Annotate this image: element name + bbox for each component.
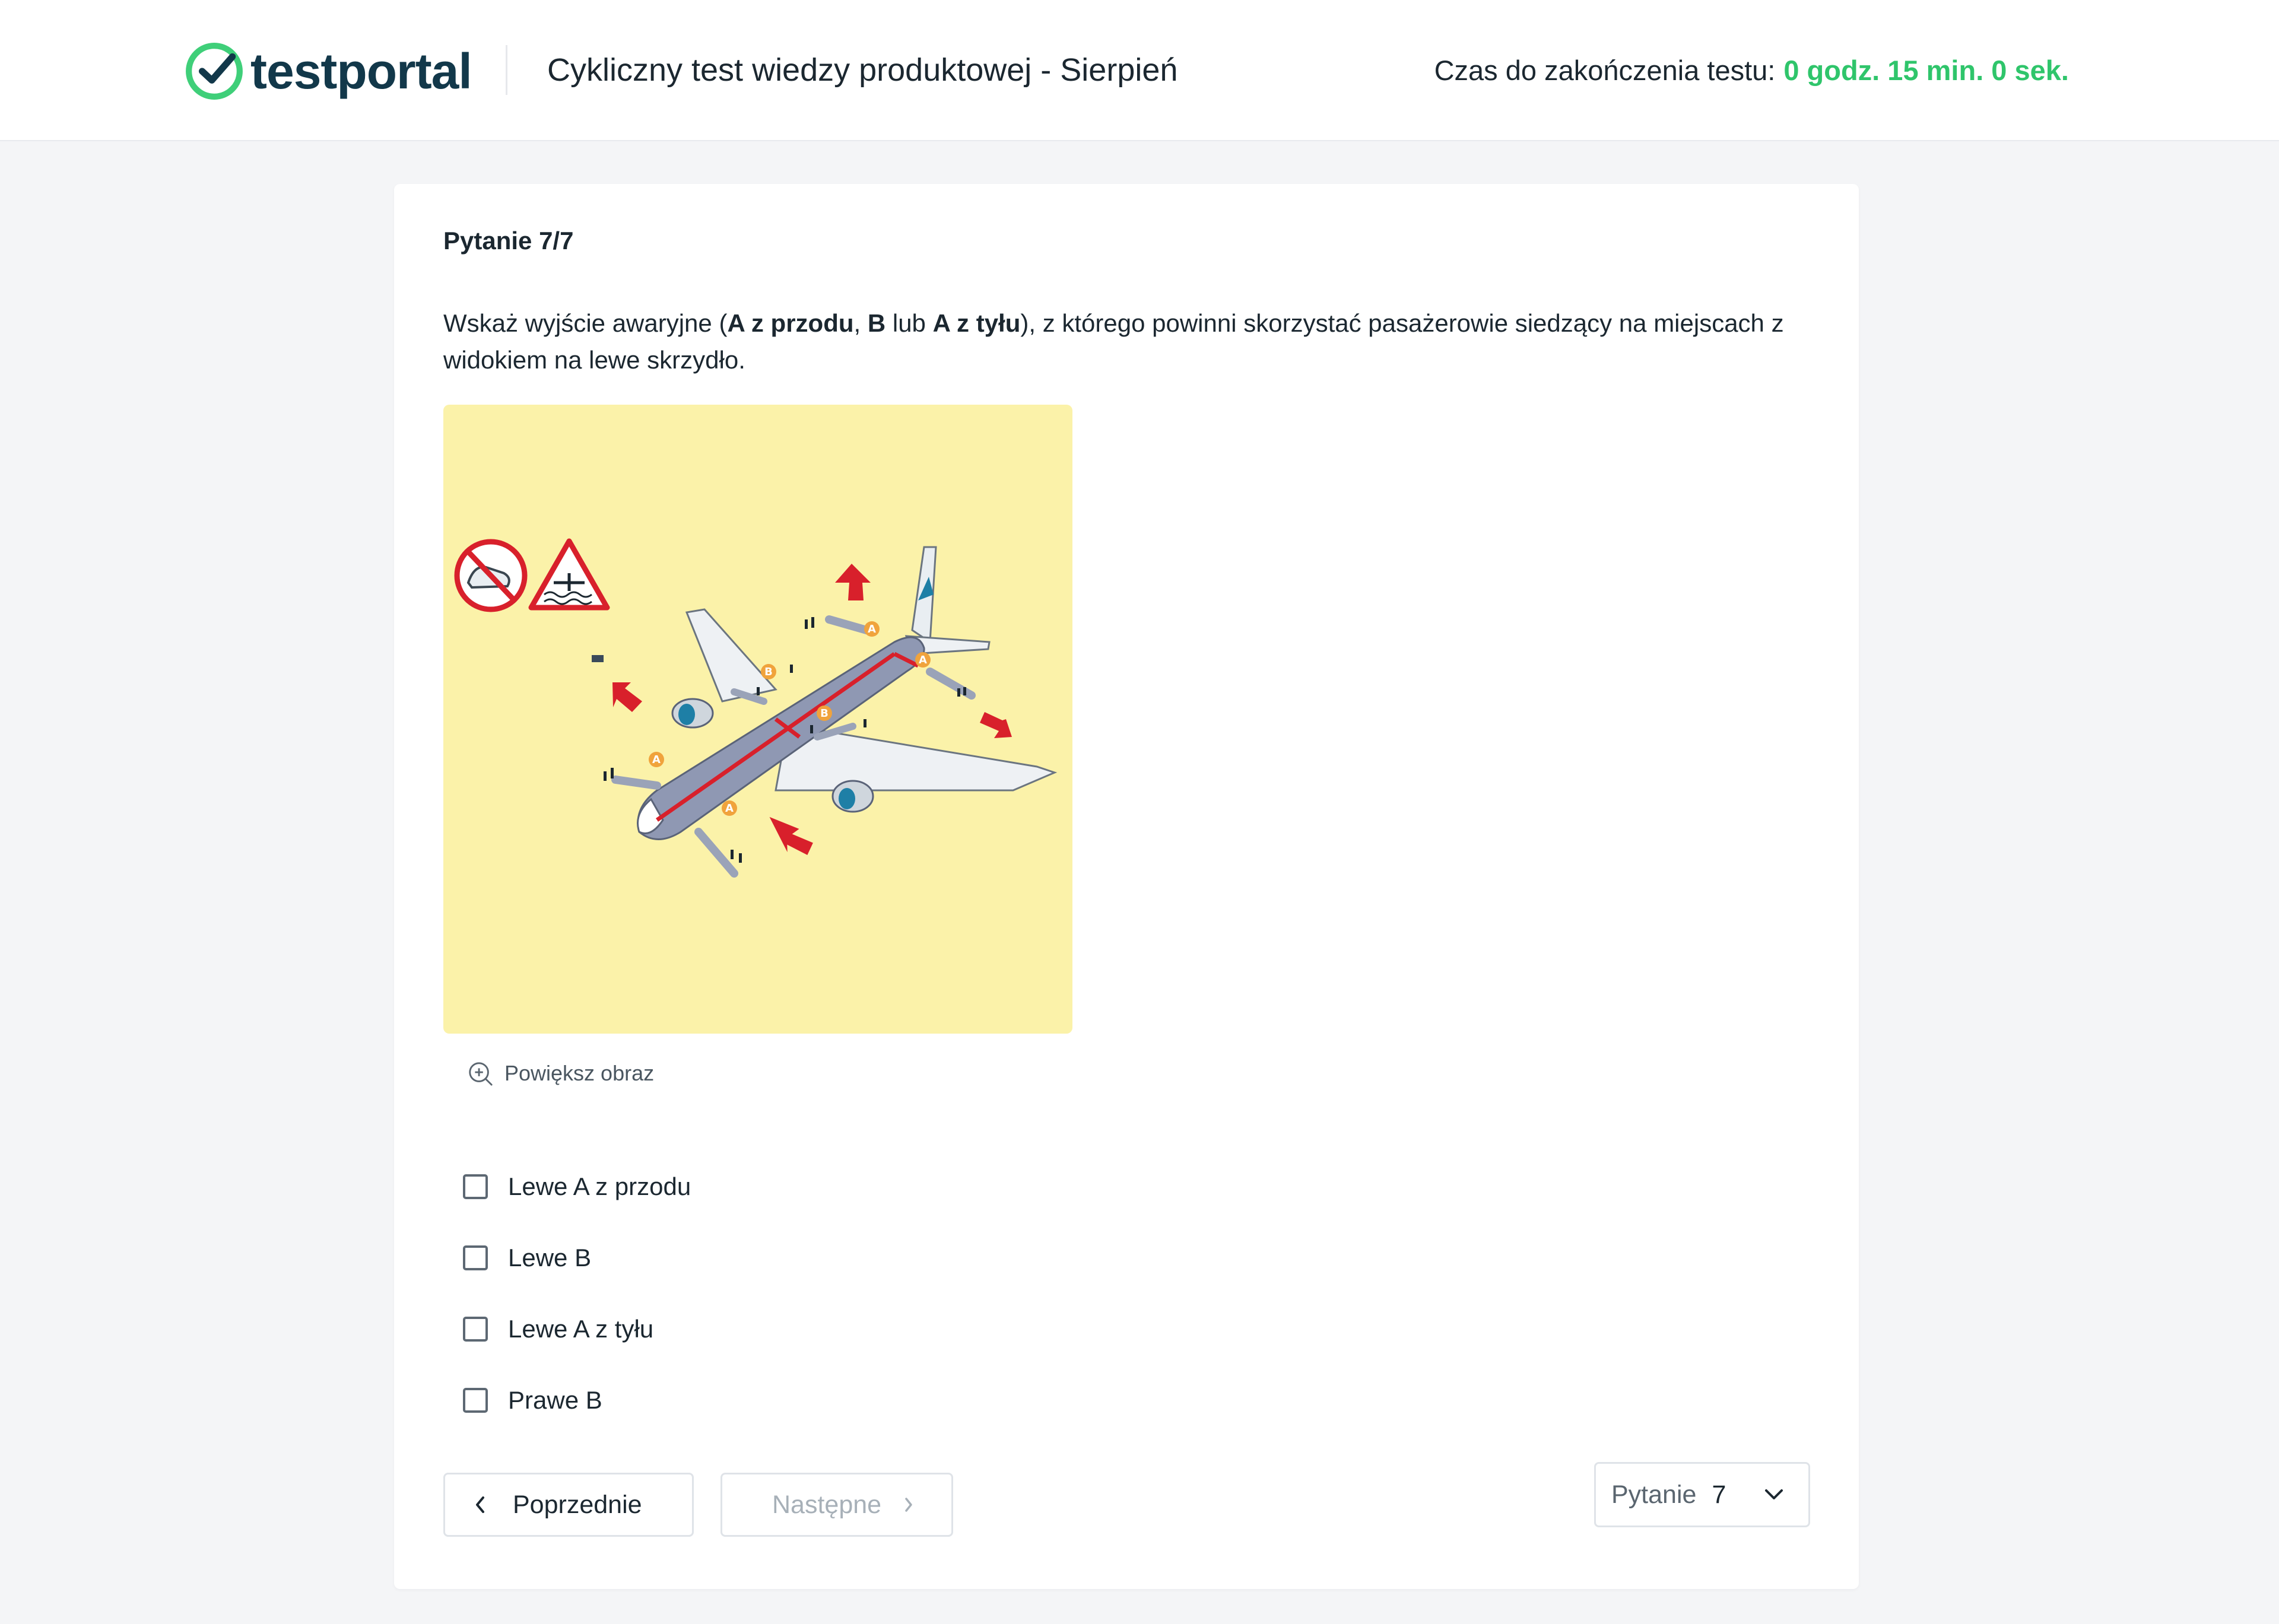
svg-text:A: A	[725, 802, 734, 815]
answer-label: Lewe A z tyłu	[508, 1315, 654, 1343]
svg-text:B: B	[764, 666, 773, 678]
answer-checkbox[interactable]	[463, 1245, 488, 1270]
svg-text:A: A	[868, 623, 876, 635]
answer-checkbox[interactable]	[463, 1174, 488, 1199]
zoom-in-icon	[469, 1062, 493, 1086]
brand-wordmark: testportal	[250, 43, 472, 99]
chevron-left-icon	[476, 1496, 484, 1513]
chevron-down-icon	[1765, 1489, 1783, 1499]
question-select-value: 7	[1712, 1480, 1726, 1509]
question-select-label: Pytanie	[1611, 1480, 1697, 1509]
question-text-part: lub	[885, 309, 933, 337]
arrow-right-icon	[980, 712, 1012, 738]
svg-text:B: B	[820, 707, 829, 720]
question-text: Wskaż wyjście awaryjne (A z przodu, B lu…	[443, 305, 1802, 379]
answer-option[interactable]: Lewe A z przodu	[463, 1151, 691, 1222]
question-card: Pytanie 7/7 Wskaż wyjście awaryjne (A z …	[394, 184, 1859, 1589]
small-marker	[592, 655, 604, 662]
answer-checkbox[interactable]	[463, 1388, 488, 1413]
question-number: Pytanie 7/7	[443, 227, 574, 255]
no-shoes-icon	[454, 539, 528, 612]
question-text-bold: A z tyłu	[932, 309, 1021, 337]
arrow-up-left-icon	[612, 682, 642, 712]
answer-label: Lewe A z przodu	[508, 1172, 691, 1200]
timer-label: Czas do zakończenia testu:	[1434, 55, 1776, 86]
answer-label: Prawe B	[508, 1386, 602, 1414]
check-circle-icon	[186, 43, 243, 100]
arrow-up-icon	[835, 564, 871, 600]
answer-option[interactable]: Prawe B	[463, 1365, 691, 1436]
zoom-image-button[interactable]: Powiększ obraz	[466, 1060, 654, 1087]
testportal-logo: testportal	[184, 39, 472, 103]
svg-text:A: A	[652, 754, 661, 766]
question-text-bold: B	[867, 309, 886, 337]
question-image[interactable]: A B B A A A	[443, 405, 1072, 1034]
airplane-icon	[611, 546, 1058, 878]
answer-checkbox[interactable]	[463, 1317, 488, 1342]
svg-text:A: A	[919, 654, 927, 666]
arrow-down-icon	[769, 816, 813, 855]
timer: Czas do zakończenia testu: 0 godz. 15 min…	[1434, 52, 2069, 89]
question-text-part: Wskaż wyjście awaryjne (	[443, 309, 728, 337]
previous-button[interactable]: Poprzednie	[443, 1473, 694, 1537]
answer-option[interactable]: Lewe B	[463, 1222, 691, 1294]
zoom-label: Powiększ obraz	[504, 1061, 655, 1085]
answer-options: Lewe A z przodu Lewe B Lewe A z tyłu Pra…	[463, 1151, 691, 1436]
previous-label: Poprzednie	[513, 1490, 642, 1519]
water-landing-warning-icon	[528, 538, 610, 611]
test-title: Cykliczny test wiedzy produktowej - Sier…	[547, 52, 1178, 88]
question-text-part: ,	[853, 309, 868, 337]
question-text-bold: A z przodu	[727, 309, 854, 337]
airplane-evacuation-diagram: A B B A A A	[454, 538, 1058, 878]
chevron-right-icon	[905, 1498, 912, 1512]
next-button[interactable]: Następne	[720, 1473, 953, 1537]
answer-label: Lewe B	[508, 1244, 592, 1272]
header-divider	[506, 45, 507, 95]
question-select[interactable]: Pytanie 7	[1594, 1462, 1810, 1527]
header-bar: testportal Cykliczny test wiedzy produkt…	[0, 0, 2279, 141]
timer-value: 0 godz. 15 min. 0 sek.	[1783, 55, 2069, 86]
next-label: Następne	[772, 1490, 882, 1519]
answer-option[interactable]: Lewe A z tyłu	[463, 1294, 691, 1365]
